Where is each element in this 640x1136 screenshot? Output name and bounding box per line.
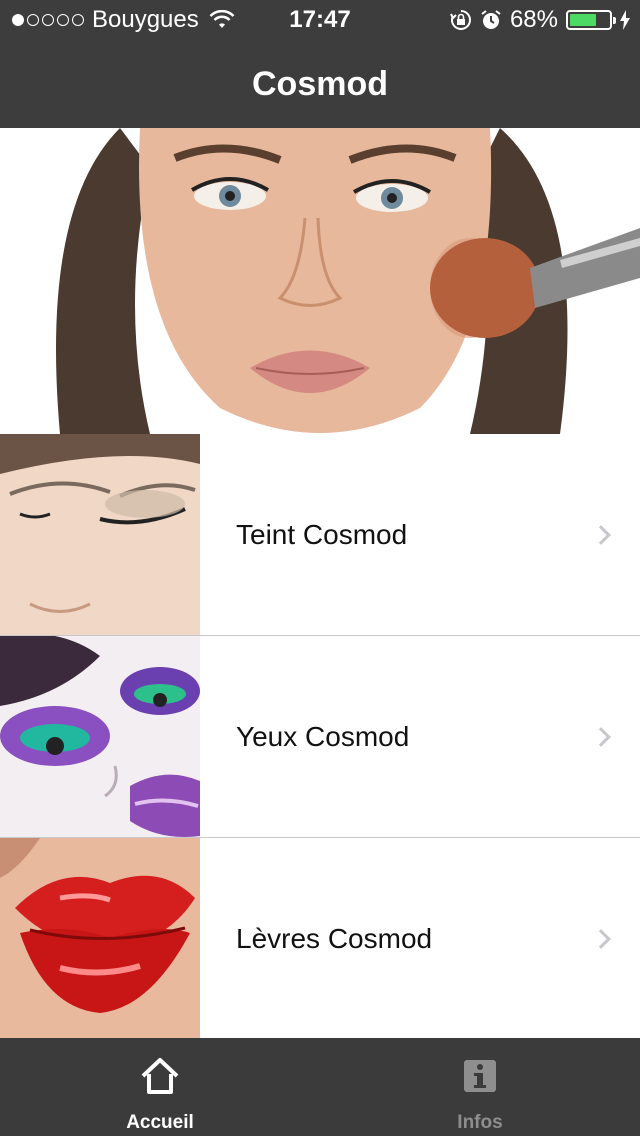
tab-infos[interactable]: Infos bbox=[320, 1038, 640, 1136]
list-item-label: Yeux Cosmod bbox=[236, 720, 410, 752]
battery-percent: 68% bbox=[509, 6, 558, 33]
hero-image bbox=[0, 128, 640, 434]
tab-label: Accueil bbox=[126, 1112, 194, 1133]
tab-bar: Accueil Infos bbox=[0, 1038, 640, 1136]
yeux-thumbnail bbox=[0, 636, 200, 837]
list-item-yeux[interactable]: Yeux Cosmod bbox=[0, 636, 640, 838]
tab-accueil[interactable]: Accueil bbox=[0, 1038, 320, 1136]
chevron-right-icon bbox=[591, 726, 611, 747]
rotation-lock-icon bbox=[450, 10, 471, 30]
list-item-levres[interactable]: Lèvres Cosmod bbox=[0, 838, 640, 1040]
chevron-right-icon bbox=[591, 929, 611, 949]
levres-thumbnail bbox=[0, 838, 200, 1040]
info-icon bbox=[464, 1060, 496, 1092]
list-item-teint[interactable]: Teint Cosmod bbox=[0, 434, 640, 636]
list-item-label: Teint Cosmod bbox=[236, 518, 408, 550]
charging-icon bbox=[620, 10, 630, 30]
navigation-bar: Cosmod bbox=[0, 40, 640, 128]
status-bar: Bouygues 17:47 68% bbox=[0, 0, 640, 40]
list-item-label: Lèvres Cosmod bbox=[236, 923, 433, 954]
page-title: Cosmod bbox=[252, 65, 388, 103]
teint-thumbnail bbox=[0, 434, 200, 635]
battery-icon bbox=[566, 10, 616, 30]
category-list: Teint Cosmod Yeux Cosmod Lèvres Cosmod bbox=[0, 434, 640, 1040]
status-right: 68% bbox=[450, 6, 630, 34]
tab-label: Infos bbox=[457, 1112, 503, 1133]
home-icon bbox=[141, 1058, 179, 1094]
chevron-right-icon bbox=[591, 524, 611, 545]
alarm-icon bbox=[481, 10, 501, 29]
battery-level-fill bbox=[570, 14, 596, 26]
